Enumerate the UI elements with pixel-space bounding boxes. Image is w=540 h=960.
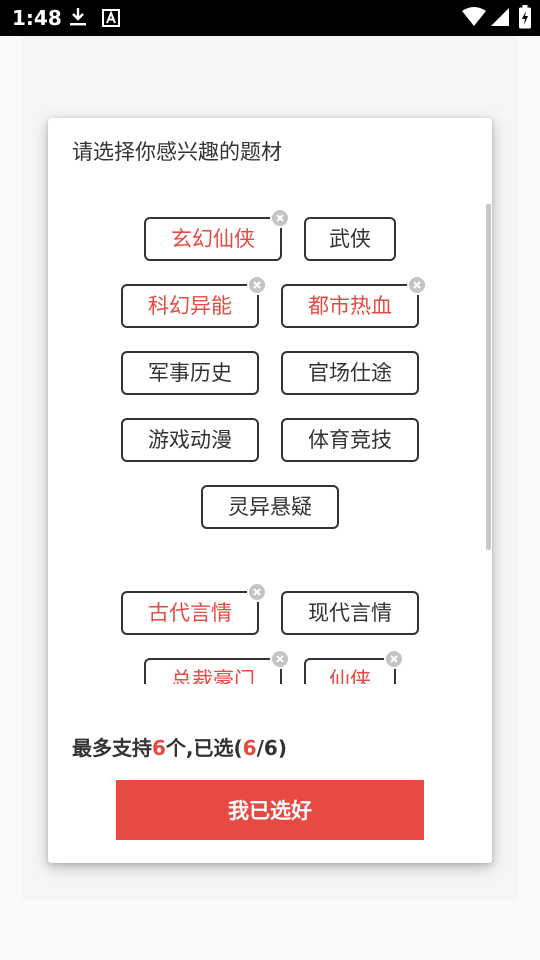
tag-label: 体育竞技: [308, 428, 392, 452]
count-sep: /: [256, 736, 264, 760]
confirm-button[interactable]: 我已选好: [116, 780, 424, 840]
tag-label: 现代言情: [308, 601, 392, 625]
status-bar: 1:48: [0, 0, 540, 36]
battery-charging-icon: [519, 5, 531, 33]
tag-kehuan-yineng[interactable]: 科幻异能: [121, 275, 267, 328]
tag-label: 灵异悬疑: [228, 495, 312, 519]
topic-select-dialog: 请选择你感兴趣的题材 玄幻仙侠 武侠 科幻异能 都市热血 军事历史 官场仕途 游…: [48, 118, 492, 863]
tag-xiandai-yanqing[interactable]: 现代言情: [281, 591, 419, 635]
tag-label: 官场仕途: [308, 361, 392, 385]
tag-label: 都市热血: [308, 294, 392, 318]
count-mid: 个,已选(: [165, 736, 243, 760]
dialog-title: 请选择你感兴趣的题材: [72, 140, 282, 164]
tag-dushi-rexue[interactable]: 都市热血: [281, 275, 427, 328]
scrollbar[interactable]: [486, 204, 491, 550]
tag-zongcai-haomen[interactable]: 总裁豪门: [144, 649, 290, 684]
tag-label: 科幻异能: [148, 294, 232, 318]
tag-guanchang-shitu[interactable]: 官场仕途: [281, 351, 419, 395]
selection-count: 最多支持6个,已选(6/6): [72, 732, 287, 761]
tag-wuxia[interactable]: 武侠: [304, 217, 396, 261]
text-notification-icon: [102, 9, 120, 31]
tag-label: 仙侠: [329, 668, 371, 684]
count-max: 6: [152, 736, 166, 760]
tag-youxi-dongman[interactable]: 游戏动漫: [121, 418, 259, 462]
tag-label: 游戏动漫: [148, 428, 232, 452]
tag-label: 军事历史: [148, 361, 232, 385]
remove-icon[interactable]: [270, 649, 290, 669]
remove-icon[interactable]: [407, 275, 427, 295]
count-prefix: 最多支持: [72, 736, 152, 760]
tag-lingyi-xuanyi[interactable]: 灵异悬疑: [201, 485, 339, 529]
tag-gudai-yanqing[interactable]: 古代言情: [121, 582, 267, 635]
download-icon: [68, 6, 88, 32]
tag-label: 总裁豪门: [171, 668, 255, 684]
status-time: 1:48: [12, 6, 62, 30]
tag-label: 玄幻仙侠: [171, 227, 255, 251]
remove-icon[interactable]: [384, 649, 404, 669]
signal-icon: [490, 7, 510, 31]
tag-junshi-lishi[interactable]: 军事历史: [121, 351, 259, 395]
tag-xianxia[interactable]: 仙侠: [304, 649, 404, 684]
tag-xuanhuan-xianxia[interactable]: 玄幻仙侠: [144, 208, 290, 261]
wifi-icon: [462, 7, 486, 31]
tag-label: 武侠: [329, 227, 371, 251]
tag-tiyu-jingji[interactable]: 体育竞技: [281, 418, 419, 462]
count-suffix: ): [277, 736, 287, 760]
remove-icon[interactable]: [247, 275, 267, 295]
remove-icon[interactable]: [247, 582, 267, 602]
tag-list[interactable]: 玄幻仙侠 武侠 科幻异能 都市热血 军事历史 官场仕途 游戏动漫 体育竞技 灵异…: [48, 202, 492, 684]
count-selected: 6: [242, 736, 257, 760]
remove-icon[interactable]: [270, 208, 290, 228]
count-total: 6: [263, 736, 278, 760]
tag-label: 古代言情: [148, 601, 232, 625]
